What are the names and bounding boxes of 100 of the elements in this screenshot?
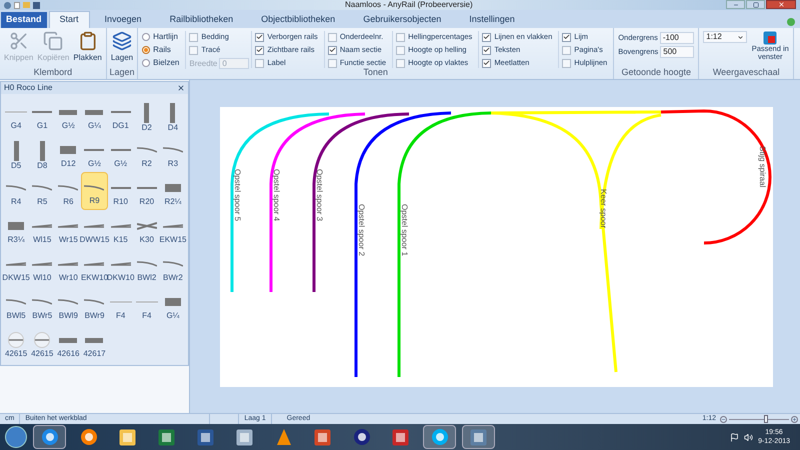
checkbox[interactable] xyxy=(482,58,492,68)
track-piece-icon xyxy=(85,338,104,342)
flag-icon xyxy=(730,432,740,442)
track-piece-item[interactable]: 42617 xyxy=(81,324,108,362)
ribbon-tab[interactable]: Railbibliotheken xyxy=(156,12,246,28)
paste-button[interactable]: Plakken xyxy=(73,31,102,62)
track-piece-item[interactable]: G4 xyxy=(3,96,30,134)
track-piece-item[interactable]: 42615 xyxy=(3,324,30,362)
checkbox[interactable] xyxy=(396,32,406,42)
track-piece-item[interactable]: G¼ xyxy=(81,96,108,134)
checkbox[interactable] xyxy=(255,32,264,42)
track-label: Opstel spoor 2 xyxy=(357,204,366,256)
track-piece-item[interactable]: R3 xyxy=(160,134,186,172)
track-label: Stijg spiraal xyxy=(758,146,767,188)
track-piece-item[interactable]: R4 xyxy=(3,172,30,210)
ribbon-tab[interactable]: Start xyxy=(48,11,90,28)
maximize-button[interactable] xyxy=(746,0,765,9)
track-piece-item[interactable]: Wr10 xyxy=(55,248,82,286)
track-piece-item[interactable]: D2 xyxy=(134,96,160,134)
group-label: Getoonde hoogte xyxy=(620,67,692,79)
track-piece-item[interactable]: DKW10 xyxy=(108,248,134,286)
track-piece-item[interactable]: D8 xyxy=(29,134,56,172)
checkbox[interactable] xyxy=(189,32,198,42)
slider-thumb[interactable] xyxy=(764,415,768,423)
track-piece-item[interactable]: G½ xyxy=(55,96,82,134)
zoom-out-icon xyxy=(720,416,727,422)
track-piece-item[interactable]: G¼ xyxy=(160,286,186,324)
ribbon-tab[interactable]: Gebruikersobjecten xyxy=(350,12,454,28)
track-piece-item[interactable]: D12 xyxy=(55,134,82,172)
checkbox[interactable] xyxy=(255,58,264,68)
height-input-field[interactable]: 500 xyxy=(660,46,694,58)
track-piece-item[interactable]: R20 xyxy=(134,172,160,210)
track-piece-icon xyxy=(58,185,78,191)
track-piece-item[interactable]: BWl9 xyxy=(55,286,82,324)
track-piece-item[interactable]: F4 xyxy=(134,286,160,324)
radio-button[interactable]: Rails xyxy=(142,45,180,55)
track-piece-item[interactable]: EKW15 xyxy=(160,210,186,248)
radio-button[interactable]: Bielzen xyxy=(142,58,180,68)
zoom-slider[interactable] xyxy=(729,415,789,423)
track-piece-item[interactable]: G½ xyxy=(81,134,108,172)
track-piece-item[interactable]: R3¼ xyxy=(3,210,30,248)
track-piece-item[interactable]: R2¼ xyxy=(160,172,186,210)
track-piece-item[interactable]: DG1 xyxy=(108,96,134,134)
track-piece-item[interactable]: 42616 xyxy=(55,324,82,362)
ribbon-tab[interactable]: Invoegen xyxy=(92,12,155,28)
app-icon[interactable] xyxy=(4,2,11,8)
checkbox[interactable] xyxy=(328,46,337,54)
track-piece-item[interactable]: R9 xyxy=(81,172,108,210)
checkbox[interactable] xyxy=(396,46,406,54)
track-piece-item[interactable]: BWr9 xyxy=(81,286,108,324)
track-piece-item[interactable]: DKW15 xyxy=(3,248,30,286)
track-piece-item[interactable]: Wl15 xyxy=(29,210,56,248)
start-button[interactable] xyxy=(5,426,27,448)
track-piece-item[interactable]: 42615 xyxy=(29,324,56,362)
track-piece-item[interactable]: G½ xyxy=(108,134,134,172)
ribbon-tab[interactable]: Objectbibliotheken xyxy=(248,12,348,28)
checkbox[interactable] xyxy=(482,32,492,42)
checkbox[interactable] xyxy=(255,46,264,54)
checkbox[interactable] xyxy=(328,32,337,42)
track-piece-item[interactable]: G1 xyxy=(29,96,56,134)
track-piece-item[interactable]: K30 xyxy=(134,210,160,248)
track-piece-item[interactable]: R10 xyxy=(108,172,134,210)
track-piece-item[interactable]: R6 xyxy=(55,172,82,210)
copy-icon xyxy=(43,31,64,51)
save-icon[interactable] xyxy=(33,2,40,8)
track-piece-item[interactable]: D4 xyxy=(160,96,186,134)
layers-button[interactable]: Lagen xyxy=(110,31,134,62)
radio-button[interactable]: Hartlijn xyxy=(142,32,180,42)
track-piece-item[interactable]: BWl2 xyxy=(134,248,160,286)
checkbox[interactable] xyxy=(328,58,337,68)
track-piece-item[interactable]: K15 xyxy=(108,210,134,248)
checkbox[interactable] xyxy=(562,46,572,54)
file-menu-tab[interactable]: Bestand xyxy=(1,12,47,28)
track-piece-item[interactable]: BWl5 xyxy=(3,286,30,324)
scale-dropdown[interactable]: 1:12 xyxy=(703,31,748,43)
taskbar-app-button[interactable] xyxy=(423,425,456,449)
track-piece-item[interactable]: Wl10 xyxy=(29,248,56,286)
track-piece-icon xyxy=(136,147,157,153)
checkbox[interactable] xyxy=(562,58,572,68)
track-piece-icon xyxy=(32,223,52,229)
track-piece-item[interactable]: BWr2 xyxy=(160,248,186,286)
track-piece-item[interactable]: D5 xyxy=(3,134,30,172)
app-icon xyxy=(470,428,487,446)
track-piece-item[interactable]: F4 xyxy=(108,286,134,324)
ribbon-tab[interactable]: Instellingen xyxy=(456,12,528,28)
height-input-field[interactable]: -100 xyxy=(660,32,694,44)
new-file-icon[interactable] xyxy=(14,2,20,8)
track-piece-item[interactable]: R2 xyxy=(134,134,160,172)
checkbox[interactable] xyxy=(189,46,198,54)
track-piece-item[interactable]: R5 xyxy=(29,172,56,210)
track-piece-item[interactable]: EKW10 xyxy=(81,248,108,286)
checkbox[interactable] xyxy=(482,46,492,54)
checkbox[interactable] xyxy=(396,58,406,68)
track-piece-item[interactable]: DWW15 xyxy=(81,210,108,248)
checkbox[interactable] xyxy=(562,32,572,42)
track-piece-icon xyxy=(136,222,157,230)
track-piece-item[interactable]: Wr15 xyxy=(55,210,82,248)
close-button[interactable] xyxy=(177,84,185,92)
track-piece-item[interactable]: BWr5 xyxy=(29,286,56,324)
taskbar-app-button[interactable] xyxy=(33,425,66,449)
